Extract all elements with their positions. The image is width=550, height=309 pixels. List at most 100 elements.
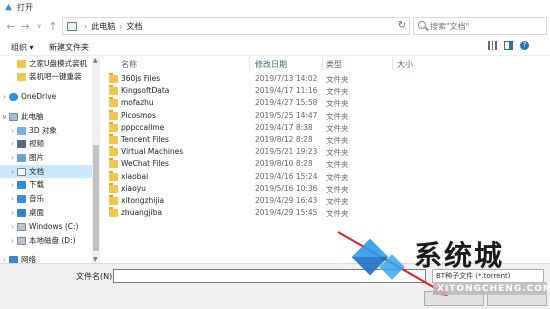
table-row[interactable]: Virtual Machines 2019/5/21 19:23 文件夹 <box>101 146 550 158</box>
table-row[interactable]: WeChat Files 2019/8/10 8:28 文件夹 <box>101 158 550 170</box>
folder-icon <box>109 97 118 108</box>
scroll-up-icon[interactable]: ▲ <box>93 57 98 64</box>
organize-button[interactable]: 组织 ▾ <box>11 42 34 53</box>
nav-item[interactable]: › 音乐 <box>0 192 92 205</box>
table-row[interactable]: mofazhu 2019/4/27 15:58 文件夹 <box>101 97 550 109</box>
up-icon[interactable]: ↑ <box>46 17 60 35</box>
search-input[interactable]: 搜索"文档" <box>413 17 547 35</box>
filename-label: 文件名(N): <box>76 272 115 281</box>
nav-item[interactable]: ∨ 此电脑 <box>0 110 92 123</box>
table-row[interactable]: Tencent Files 2019/8/12 8:28 文件夹 <box>101 134 550 146</box>
scroll-down-icon[interactable]: ▼ <box>93 256 98 263</box>
address-bar[interactable]: › 此电脑 › 文档 <box>62 17 410 35</box>
nav-item-label: 装机吧一键重装 <box>29 72 82 81</box>
doc-icon <box>17 167 26 176</box>
nav-item[interactable]: › 本地磁盘 (D:) <box>0 234 92 247</box>
expand-arrow-icon[interactable]: › <box>8 181 17 189</box>
column-divider[interactable] <box>322 57 323 70</box>
table-row[interactable]: zhuangjiba 2019/4/29 15:45 文件夹 <box>101 207 550 219</box>
folder-icon <box>17 59 26 68</box>
folder-icon <box>109 134 118 144</box>
back-icon[interactable]: ← <box>4 17 18 35</box>
toolbar: 组织 ▾ 新建文件夹 ? <box>0 38 550 56</box>
file-name: WeChat Files <box>121 159 169 169</box>
table-row[interactable]: 360js Files 2019/7/13 14:02 文件夹 <box>101 73 550 85</box>
expand-arrow-icon[interactable]: ∨ <box>0 113 9 121</box>
filename-input[interactable] <box>113 269 426 283</box>
help-icon[interactable]: ? <box>520 41 529 50</box>
table-row[interactable]: Picosmos 2019/5/25 14:47 文件夹 <box>101 109 550 122</box>
expand-arrow-icon[interactable]: › <box>8 209 17 217</box>
navigation-pane: 之家U盘模式装机 装机吧一键重装 › OneDrive ∨ 此电脑 › 3D 对象 › 视频 › 图片… <box>0 57 100 263</box>
expand-arrow-icon[interactable]: › <box>8 195 17 203</box>
file-type: 文件夹 <box>326 148 349 158</box>
breadcrumb-this-pc[interactable]: 此电脑 <box>91 21 115 32</box>
table-row[interactable]: xiaoyu 2019/5/16 10:36 文件夹 <box>101 182 550 195</box>
nav-item[interactable]: › 视频 <box>0 137 92 150</box>
file-date: 2019/4/16 15:24 <box>255 171 318 181</box>
expand-arrow-icon[interactable]: › <box>8 127 17 135</box>
column-divider[interactable] <box>392 57 393 70</box>
column-date[interactable]: 修改日期 <box>255 59 287 70</box>
app-icon <box>4 3 13 10</box>
table-row[interactable]: xitongzhijia 2019/4/29 16:43 文件夹 <box>101 195 550 207</box>
nav-item-label: 3D 对象 <box>29 126 57 135</box>
nav-item[interactable]: › 文档 <box>0 165 92 178</box>
table-row[interactable]: xiaobai 2019/4/16 15:24 文件夹 <box>101 170 550 183</box>
filetype-select[interactable]: BT种子文件 (*.torrent) <box>432 269 544 283</box>
preview-pane-icon[interactable] <box>504 41 513 50</box>
nav-item[interactable]: 之家U盘模式装机 <box>0 57 92 70</box>
dialog-footer: 文件名(N): BT种子文件 (*.torrent) <box>0 263 550 309</box>
column-name[interactable]: 名称 <box>121 59 137 70</box>
nav-scrollbar[interactable]: ▲ ▼ <box>92 57 100 263</box>
file-name: Tencent Files <box>121 135 169 144</box>
obj3d-icon <box>17 126 26 135</box>
scrollbar-thumb[interactable] <box>93 145 99 251</box>
nav-item-label: 本地磁盘 (D:) <box>29 236 76 245</box>
table-row[interactable]: KingsoftData 2019/4/17 11:16 文件夹 <box>101 85 550 97</box>
nav-item-label: 桌面 <box>29 208 44 217</box>
expand-arrow-icon[interactable]: › <box>8 223 17 231</box>
nav-item[interactable]: › 网络 <box>0 253 92 263</box>
desk-icon <box>17 208 26 217</box>
expand-arrow-icon[interactable]: › <box>0 93 9 101</box>
expand-arrow-icon[interactable]: › <box>8 154 17 162</box>
nav-item[interactable]: › 桌面 <box>0 206 92 219</box>
file-type: 文件夹 <box>326 87 349 97</box>
nav-item[interactable]: › 图片 <box>0 151 92 164</box>
folder-icon <box>109 73 118 83</box>
net-icon <box>9 255 18 263</box>
down-icon <box>17 180 26 189</box>
new-folder-button[interactable]: 新建文件夹 <box>49 42 89 53</box>
refresh-icon[interactable]: ↻ <box>394 17 410 33</box>
file-type: 文件夹 <box>326 111 349 121</box>
expand-arrow-icon[interactable]: › <box>0 256 9 264</box>
view-options-icon[interactable] <box>488 41 497 50</box>
column-type[interactable]: 类型 <box>326 59 342 70</box>
file-name: Virtual Machines <box>121 147 184 157</box>
column-divider[interactable] <box>249 57 250 70</box>
expand-arrow-icon[interactable]: › <box>8 237 17 245</box>
nav-item[interactable]: › 下载 <box>0 178 92 191</box>
forward-icon[interactable]: → <box>18 17 32 35</box>
file-type: 文件夹 <box>326 123 349 133</box>
nav-item[interactable]: › Windows (C:) <box>0 220 92 233</box>
nav-item[interactable]: 装机吧一键重装 <box>0 70 92 83</box>
file-type: 文件夹 <box>326 197 349 206</box>
folder-icon <box>109 158 118 169</box>
file-name: mofazhu <box>121 98 154 108</box>
nav-item[interactable]: › OneDrive <box>0 90 92 103</box>
recent-dropdown-icon[interactable]: ∨ <box>32 17 46 35</box>
table-row[interactable]: pppccallme 2019/4/17 8:38 文件夹 <box>101 121 550 134</box>
nav-item-label: 下载 <box>29 180 44 189</box>
cancel-button[interactable] <box>487 291 547 306</box>
expand-arrow-icon[interactable]: › <box>8 140 17 148</box>
nav-item[interactable]: › 3D 对象 <box>0 124 92 137</box>
nav-item-label: 图片 <box>29 153 44 162</box>
column-size[interactable]: 大小 <box>397 59 413 70</box>
nav-item-label: 文档 <box>29 167 44 176</box>
nav-item-label: 之家U盘模式装机 <box>29 59 87 68</box>
breadcrumb-documents[interactable]: 文档 <box>126 21 142 32</box>
open-button[interactable] <box>424 291 484 306</box>
expand-arrow-icon[interactable]: › <box>8 168 17 176</box>
